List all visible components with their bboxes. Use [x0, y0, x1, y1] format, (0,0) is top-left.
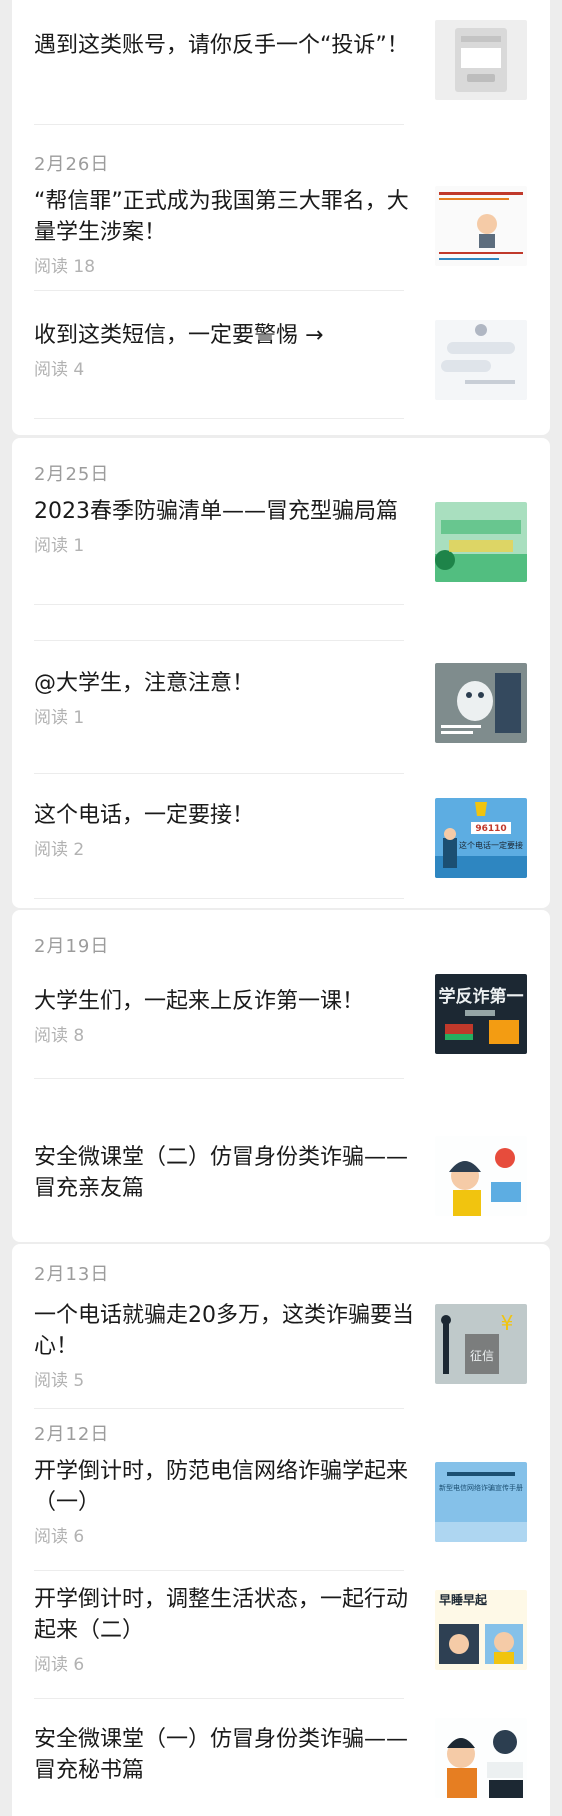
article-group-card: 2月19日 大学生们，一起来上反诈第一课！ 阅读 8 学反诈第一 安全微课堂（二…	[12, 910, 550, 1242]
article-thumbnail[interactable]	[435, 20, 527, 100]
article-title: 安全微课堂（一）仿冒身份类诈骗——冒充秘书篇	[34, 1727, 409, 1783]
divider	[34, 290, 404, 291]
date-label: 2月12日	[34, 1424, 110, 1445]
divider	[34, 898, 404, 899]
article-thumbnail[interactable]: 新型电信网络诈骗宣传手册	[435, 1462, 527, 1542]
article-title: 收到这类短信，一定要警惕 →	[34, 323, 324, 348]
article-group-card: 遇到这类账号，请你反手一个“投诉”！ 2月26日 “帮信罪”正式成为我国第三大罪…	[12, 0, 550, 435]
article-title: 大学生们，一起来上反诈第一课！	[34, 989, 365, 1014]
date-label: 2月26日	[34, 154, 110, 175]
date-label: 2月13日	[34, 1264, 110, 1285]
article-thumbnail[interactable]	[435, 1136, 527, 1216]
article-thumbnail[interactable]	[435, 502, 527, 582]
article-title: “帮信罪”正式成为我国第三大罪名，大量学生涉案！	[34, 189, 409, 245]
article-thumbnail[interactable]	[435, 320, 527, 400]
article-group-card: 2月13日 一个电话就骗走20多万，这类诈骗要当心！ 阅读 5 征信 ¥ 2月12…	[12, 1244, 550, 1816]
article-thumbnail[interactable]	[435, 663, 527, 743]
divider	[34, 640, 404, 641]
thumbnail-label: 早睡早起	[439, 1592, 488, 1607]
divider	[34, 773, 404, 774]
article-title: 安全微课堂（二）仿冒身份类诈骗——冒充亲友篇	[34, 1145, 409, 1201]
article-thumbnail[interactable]: 征信 ¥	[435, 1304, 527, 1384]
article-group-card: 2月25日 2023春季防骗清单——冒充型骗局篇 阅读 1 @大学生，注意注意！…	[12, 438, 550, 908]
article-title: 这个电话，一定要接！	[34, 803, 255, 828]
article-title: 2023春季防骗清单——冒充型骗局篇	[34, 499, 398, 524]
date-label: 2月25日	[34, 464, 110, 485]
article-thumbnail[interactable]	[435, 1718, 527, 1798]
divider	[34, 604, 404, 605]
divider	[34, 1408, 404, 1409]
article-thumbnail[interactable]: 96110 这个电话一定要接	[435, 798, 527, 878]
article-title: 开学倒计时，调整生活状态，一起行动起来（二）	[34, 1587, 409, 1643]
divider	[34, 418, 404, 419]
article-thumbnail[interactable]	[435, 186, 527, 266]
article-title: 开学倒计时，防范电信网络诈骗学起来（一）	[34, 1459, 409, 1515]
yen-icon: ¥	[501, 1311, 514, 1335]
thumbnail-label: 学反诈第一	[439, 986, 524, 1007]
article-title: 一个电话就骗走20多万，这类诈骗要当心！	[34, 1303, 414, 1359]
thumbnail-label: 新型电信网络诈骗宣传手册	[439, 1483, 523, 1492]
date-label: 2月19日	[34, 936, 110, 957]
thumbnail-label: 征信	[470, 1349, 494, 1363]
divider	[34, 124, 404, 125]
article-title: @大学生，注意注意！	[34, 671, 255, 696]
divider	[34, 1078, 404, 1079]
thumbnail-caption: 这个电话一定要接	[459, 840, 523, 850]
article-thumbnail[interactable]: 学反诈第一	[435, 974, 527, 1054]
article-thumbnail[interactable]: 早睡早起	[435, 1590, 527, 1670]
divider	[34, 1570, 404, 1571]
article-title: 遇到这类账号，请你反手一个“投诉”！	[34, 33, 409, 58]
divider	[34, 1698, 404, 1699]
thumbnail-label: 96110	[475, 824, 506, 834]
